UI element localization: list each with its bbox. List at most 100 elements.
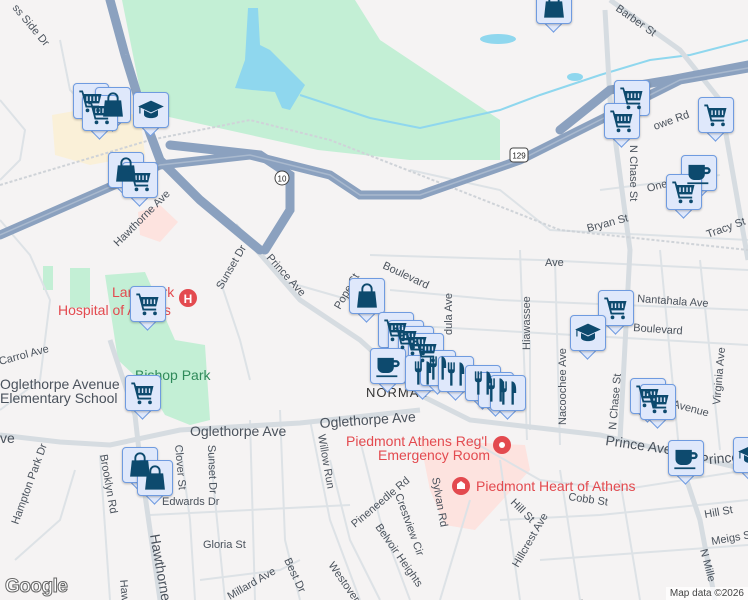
marker-box bbox=[698, 97, 734, 133]
marker-box bbox=[349, 278, 385, 314]
svg-text:Clover St: Clover St bbox=[172, 444, 188, 490]
svg-text:Brooklyn Rd: Brooklyn Rd bbox=[97, 453, 119, 514]
marker-bag[interactable] bbox=[536, 0, 572, 33]
svg-text:Nantahala Ave: Nantahala Ave bbox=[637, 293, 709, 310]
shopping-bag-icon bbox=[540, 0, 568, 20]
marker-school[interactable] bbox=[133, 92, 169, 137]
graduation-cap-icon bbox=[574, 319, 602, 347]
marker-box bbox=[570, 315, 606, 351]
svg-text:Prince Ave: Prince Ave bbox=[605, 432, 673, 457]
us-129-shield: 129 bbox=[509, 147, 529, 163]
svg-text:Westover: Westover bbox=[326, 560, 363, 600]
hospital-pin-icon: H bbox=[179, 289, 197, 307]
marker-restaurant[interactable] bbox=[490, 375, 526, 420]
marker-box bbox=[370, 348, 406, 384]
svg-text:owe Rd: owe Rd bbox=[652, 109, 691, 133]
marker-box bbox=[133, 92, 169, 128]
svg-text:Barber St: Barber St bbox=[613, 3, 658, 39]
marker-box bbox=[604, 103, 640, 139]
marker-cart[interactable] bbox=[125, 375, 161, 420]
google-logo: Google bbox=[4, 576, 68, 598]
marker-box bbox=[666, 174, 702, 210]
marker-cup[interactable] bbox=[370, 348, 406, 393]
svg-text:dula Ave: dula Ave bbox=[443, 293, 455, 335]
shopping-bag-icon bbox=[353, 282, 381, 310]
svg-text:ss Side Dr: ss Side Dr bbox=[10, 2, 52, 49]
graduation-cap-icon bbox=[137, 96, 165, 124]
shopping-cart-icon bbox=[608, 107, 636, 135]
shopping-cart-icon bbox=[644, 388, 672, 416]
svg-text:129: 129 bbox=[512, 152, 526, 161]
svg-text:ve: ve bbox=[0, 430, 15, 446]
svg-text:Best Dr: Best Dr bbox=[281, 556, 308, 595]
marker-school[interactable] bbox=[570, 315, 606, 360]
marker-box bbox=[733, 437, 748, 473]
svg-text:Gloria St: Gloria St bbox=[203, 539, 246, 551]
svg-text:Oglethorpe Ave: Oglethorpe Ave bbox=[319, 408, 416, 431]
shopping-cart-icon bbox=[702, 101, 730, 129]
marker-school[interactable] bbox=[733, 437, 748, 482]
marker-box bbox=[668, 440, 704, 476]
marker-cart[interactable] bbox=[698, 97, 734, 142]
marker-box bbox=[490, 375, 526, 411]
piedmont-heart-pin-icon bbox=[452, 477, 470, 495]
fork-knife-icon bbox=[442, 360, 470, 388]
marker-cup[interactable] bbox=[668, 440, 704, 485]
map-attribution[interactable]: Map data ©2026 bbox=[665, 587, 748, 600]
svg-text:Ave: Ave bbox=[545, 257, 564, 269]
svg-text:Sunset Dr: Sunset Dr bbox=[214, 243, 249, 292]
svg-text:Boulevard: Boulevard bbox=[633, 322, 683, 337]
route-10-shield: 10 bbox=[274, 170, 290, 186]
shopping-cart-icon bbox=[134, 290, 162, 318]
marker-cart[interactable] bbox=[640, 384, 676, 429]
marker-box bbox=[82, 95, 118, 131]
shopping-cart-icon bbox=[670, 178, 698, 206]
svg-text:N Chase St: N Chase St bbox=[627, 145, 639, 201]
svg-text:Haw: Haw bbox=[117, 579, 131, 600]
shopping-cart-icon bbox=[129, 379, 157, 407]
svg-text:Emergency Room: Emergency Room bbox=[378, 447, 490, 463]
emergency-pin-icon bbox=[493, 436, 511, 454]
marker-bag[interactable] bbox=[137, 460, 173, 505]
fork-knife-icon bbox=[494, 379, 522, 407]
marker-box bbox=[536, 0, 572, 24]
marker-cart[interactable] bbox=[122, 162, 158, 207]
marker-box bbox=[130, 286, 166, 322]
marker-box bbox=[122, 162, 158, 198]
svg-text:Hill St: Hill St bbox=[508, 497, 537, 526]
svg-text:10: 10 bbox=[278, 175, 287, 184]
svg-text:Millard Ave: Millard Ave bbox=[226, 565, 278, 600]
marker-cart[interactable] bbox=[604, 103, 640, 148]
svg-text:Prince Ave: Prince Ave bbox=[264, 252, 308, 299]
marker-box bbox=[640, 384, 676, 420]
svg-text:Hampton Park Dr: Hampton Park Dr bbox=[10, 442, 50, 526]
svg-text:Virginia Ave: Virginia Ave bbox=[711, 347, 728, 406]
shopping-bag-icon bbox=[141, 464, 169, 492]
svg-text:Piedmont Heart of Athens: Piedmont Heart of Athens bbox=[476, 478, 636, 494]
svg-text:Avenue: Avenue bbox=[671, 398, 710, 419]
svg-text:Hiawassee: Hiawassee bbox=[521, 296, 533, 350]
pond-small bbox=[567, 73, 583, 81]
svg-text:N Mille: N Mille bbox=[697, 548, 717, 584]
marker-cart[interactable] bbox=[82, 95, 118, 140]
svg-text:Hill St: Hill St bbox=[703, 504, 733, 521]
graduation-cap-icon bbox=[737, 441, 748, 469]
svg-text:Sunset Dr: Sunset Dr bbox=[205, 445, 219, 495]
shopping-cart-icon bbox=[126, 166, 154, 194]
marker-box bbox=[598, 290, 634, 326]
coffee-cup-icon bbox=[672, 444, 700, 472]
shopping-cart-icon bbox=[86, 99, 114, 127]
svg-text:Hawthorne: Hawthorne bbox=[147, 533, 175, 600]
coffee-cup-icon bbox=[374, 352, 402, 380]
svg-text:H: H bbox=[184, 292, 193, 306]
svg-text:Nacoochee Ave: Nacoochee Ave bbox=[557, 348, 569, 425]
marker-box bbox=[137, 460, 173, 496]
svg-text:Tracy St: Tracy St bbox=[705, 216, 747, 241]
svg-text:Oglethorpe Ave: Oglethorpe Ave bbox=[190, 423, 286, 439]
marker-cart[interactable] bbox=[666, 174, 702, 219]
shopping-cart-icon bbox=[602, 294, 630, 322]
svg-text:Elementary School: Elementary School bbox=[0, 390, 118, 406]
svg-text:Bryan St: Bryan St bbox=[586, 212, 630, 235]
marker-box bbox=[125, 375, 161, 411]
marker-cart[interactable] bbox=[130, 286, 166, 331]
